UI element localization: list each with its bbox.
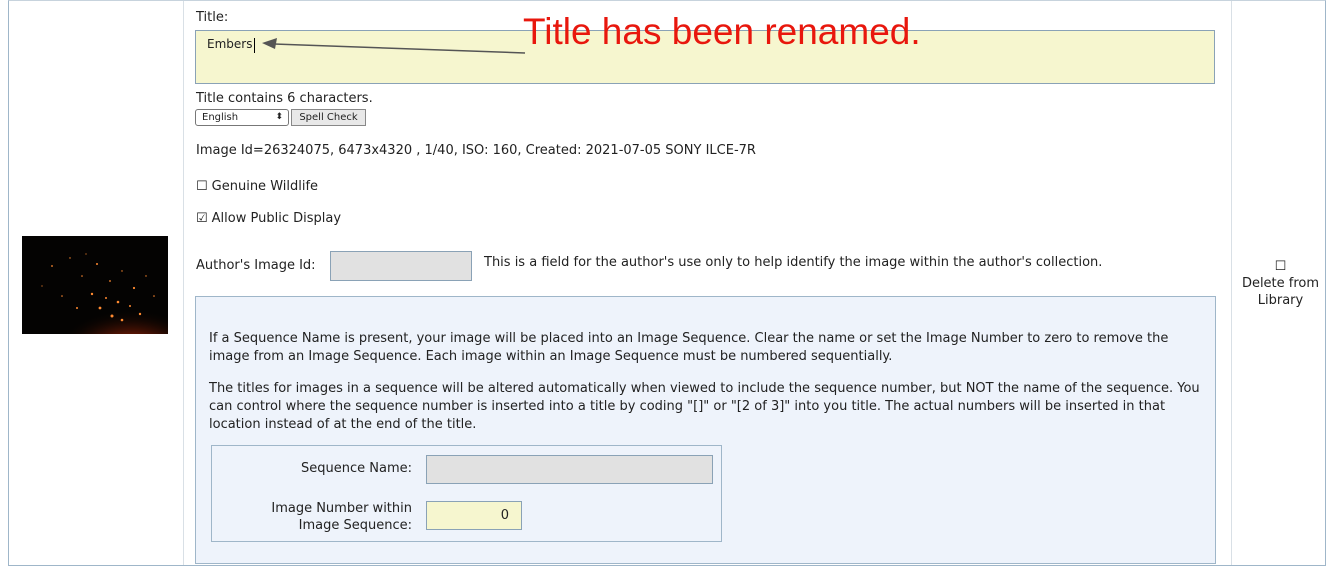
genuine-wildlife-row: ☐ Genuine Wildlife [196, 179, 318, 194]
authors-image-id-help: This is a field for the author's use onl… [484, 255, 1103, 270]
image-thumbnail[interactable] [22, 236, 168, 334]
annotation-text: Title has been renamed. [523, 11, 921, 52]
language-select-value: English [202, 112, 239, 123]
select-arrows-icon: ⬍ [275, 112, 283, 122]
authors-image-id-input[interactable] [330, 251, 472, 281]
allow-public-row: ☑ Allow Public Display [196, 211, 341, 226]
allow-public-display-label[interactable]: Allow Public Display [212, 211, 341, 226]
sequence-fields-box: Sequence Name: Image Number within Image… [211, 445, 722, 542]
delete-label-line2: Library [1257, 293, 1304, 308]
column-divider-left [183, 1, 184, 565]
sequence-name-label: Sequence Name: [301, 461, 412, 476]
spell-check-button[interactable]: Spell Check [291, 109, 366, 126]
image-number-label-line1: Image Number within [271, 501, 412, 516]
genuine-wildlife-checkbox[interactable]: ☐ [196, 179, 208, 194]
authors-image-id-label: Author's Image Id: [196, 258, 316, 273]
title-value: Embers [207, 37, 253, 51]
title-char-count: Title contains 6 characters. [196, 91, 373, 106]
genuine-wildlife-label[interactable]: Genuine Wildlife [212, 179, 318, 194]
sequence-panel: If a Sequence Name is present, your imag… [195, 296, 1216, 564]
text-caret [254, 38, 255, 53]
image-number-input[interactable]: 0 [426, 501, 522, 530]
sequence-name-input[interactable] [426, 455, 713, 484]
language-select[interactable]: English ⬍ [195, 109, 289, 126]
embers-thumbnail-image [22, 236, 168, 334]
sequence-info-paragraph-2: The titles for images in a sequence will… [209, 381, 1200, 432]
delete-label-line1: Delete from [1241, 276, 1320, 291]
column-divider-right [1231, 1, 1232, 565]
title-label: Title: [196, 10, 229, 25]
sequence-info-paragraph-1: If a Sequence Name is present, your imag… [209, 331, 1169, 364]
annotation-arrow-icon [262, 38, 526, 54]
image-info-line: Image Id=26324075, 6473x4320 , 1/40, ISO… [196, 143, 756, 158]
allow-public-display-checkbox[interactable]: ☑ [196, 211, 208, 226]
delete-from-library-checkbox[interactable]: ☐ [1233, 258, 1328, 275]
image-number-label: Image Number within Image Sequence: [212, 500, 412, 534]
delete-from-library: ☐ Delete from Library [1233, 258, 1328, 309]
image-number-label-line2: Image Sequence: [298, 518, 412, 533]
